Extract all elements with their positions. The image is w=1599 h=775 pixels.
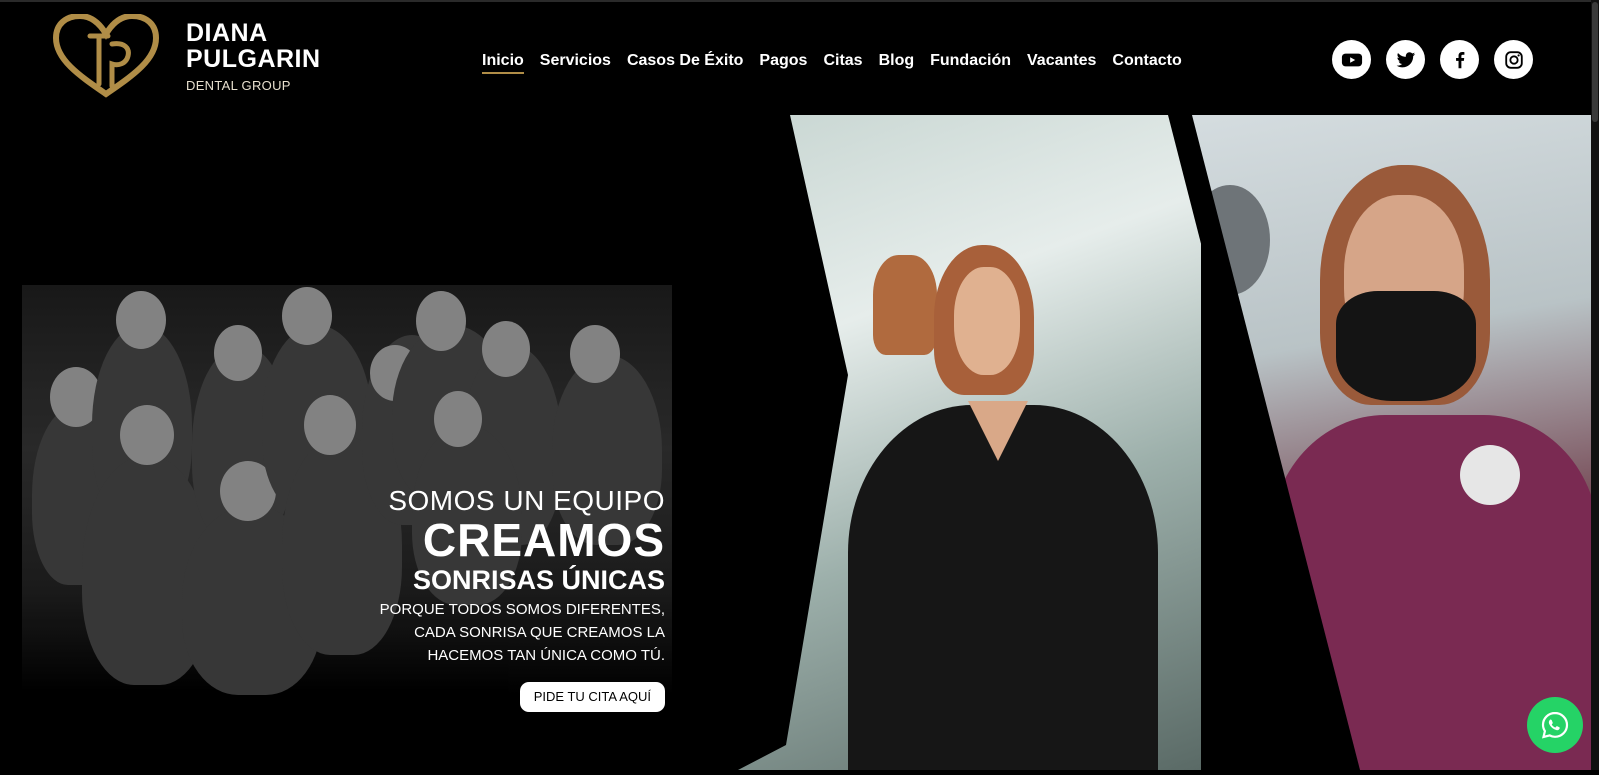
social-links — [1332, 40, 1533, 79]
hero-line-2: CREAMOS — [422, 514, 665, 566]
nav-item-casos-de-exito[interactable]: Casos De Éxito — [619, 48, 751, 76]
instagram-link[interactable] — [1494, 40, 1533, 79]
nav-item-inicio[interactable]: Inicio — [474, 48, 532, 76]
top-border — [0, 0, 1599, 2]
hero-copy: SOMOS UN EQUIPO CREAMOS SONRISAS ÚNICAS … — [380, 485, 665, 712]
nav-item-servicios[interactable]: Servicios — [532, 48, 619, 76]
heart-dp-monogram-icon — [52, 14, 160, 98]
nav-item-citas[interactable]: Citas — [815, 48, 870, 76]
youtube-link[interactable] — [1332, 40, 1371, 79]
whatsapp-button[interactable] — [1527, 697, 1583, 753]
main-nav: Inicio Servicios Casos De Éxito Pagos Ci… — [474, 48, 1190, 76]
nav-item-contacto[interactable]: Contacto — [1104, 48, 1189, 76]
brand-name-line1: DIANA — [186, 19, 268, 47]
hero-banner: SOMOS UN EQUIPO CREAMOS SONRISAS ÚNICAS … — [0, 115, 1599, 770]
hero-line-1: SOMOS UN EQUIPO — [388, 485, 665, 516]
facebook-link[interactable] — [1440, 40, 1479, 79]
nav-item-vacantes[interactable]: Vacantes — [1019, 48, 1104, 76]
facebook-icon — [1455, 51, 1464, 68]
nav-item-fundacion[interactable]: Fundación — [922, 48, 1019, 76]
brand-subtitle: DENTAL GROUP — [186, 78, 291, 93]
nav-item-pagos[interactable]: Pagos — [751, 48, 815, 76]
diagonal-divider — [1168, 115, 1360, 770]
instagram-icon — [1504, 50, 1523, 69]
hero-desc-1: PORQUE TODOS SOMOS DIFERENTES, — [379, 601, 665, 618]
nav-item-blog[interactable]: Blog — [871, 48, 923, 76]
page-scrollbar[interactable] — [1591, 0, 1599, 770]
twitter-link[interactable] — [1386, 40, 1425, 79]
youtube-icon — [1341, 53, 1362, 66]
brand-name-line2: PULGARIN — [186, 45, 321, 73]
twitter-icon — [1396, 51, 1415, 67]
whatsapp-icon — [1541, 711, 1569, 739]
brand-logo[interactable]: DIANA PULGARIN DENTAL GROUP — [50, 14, 321, 98]
hero-line-3: SONRISAS ÚNICAS — [412, 565, 665, 595]
hero-desc-3: HACEMOS TAN ÚNICA COMO TÚ. — [427, 647, 665, 664]
book-appointment-button[interactable]: PIDE TU CITA AQUÍ — [519, 682, 665, 712]
scrollbar-thumb[interactable] — [1592, 2, 1598, 122]
hero-desc-2: CADA SONRISA QUE CREAMOS LA — [414, 624, 665, 641]
